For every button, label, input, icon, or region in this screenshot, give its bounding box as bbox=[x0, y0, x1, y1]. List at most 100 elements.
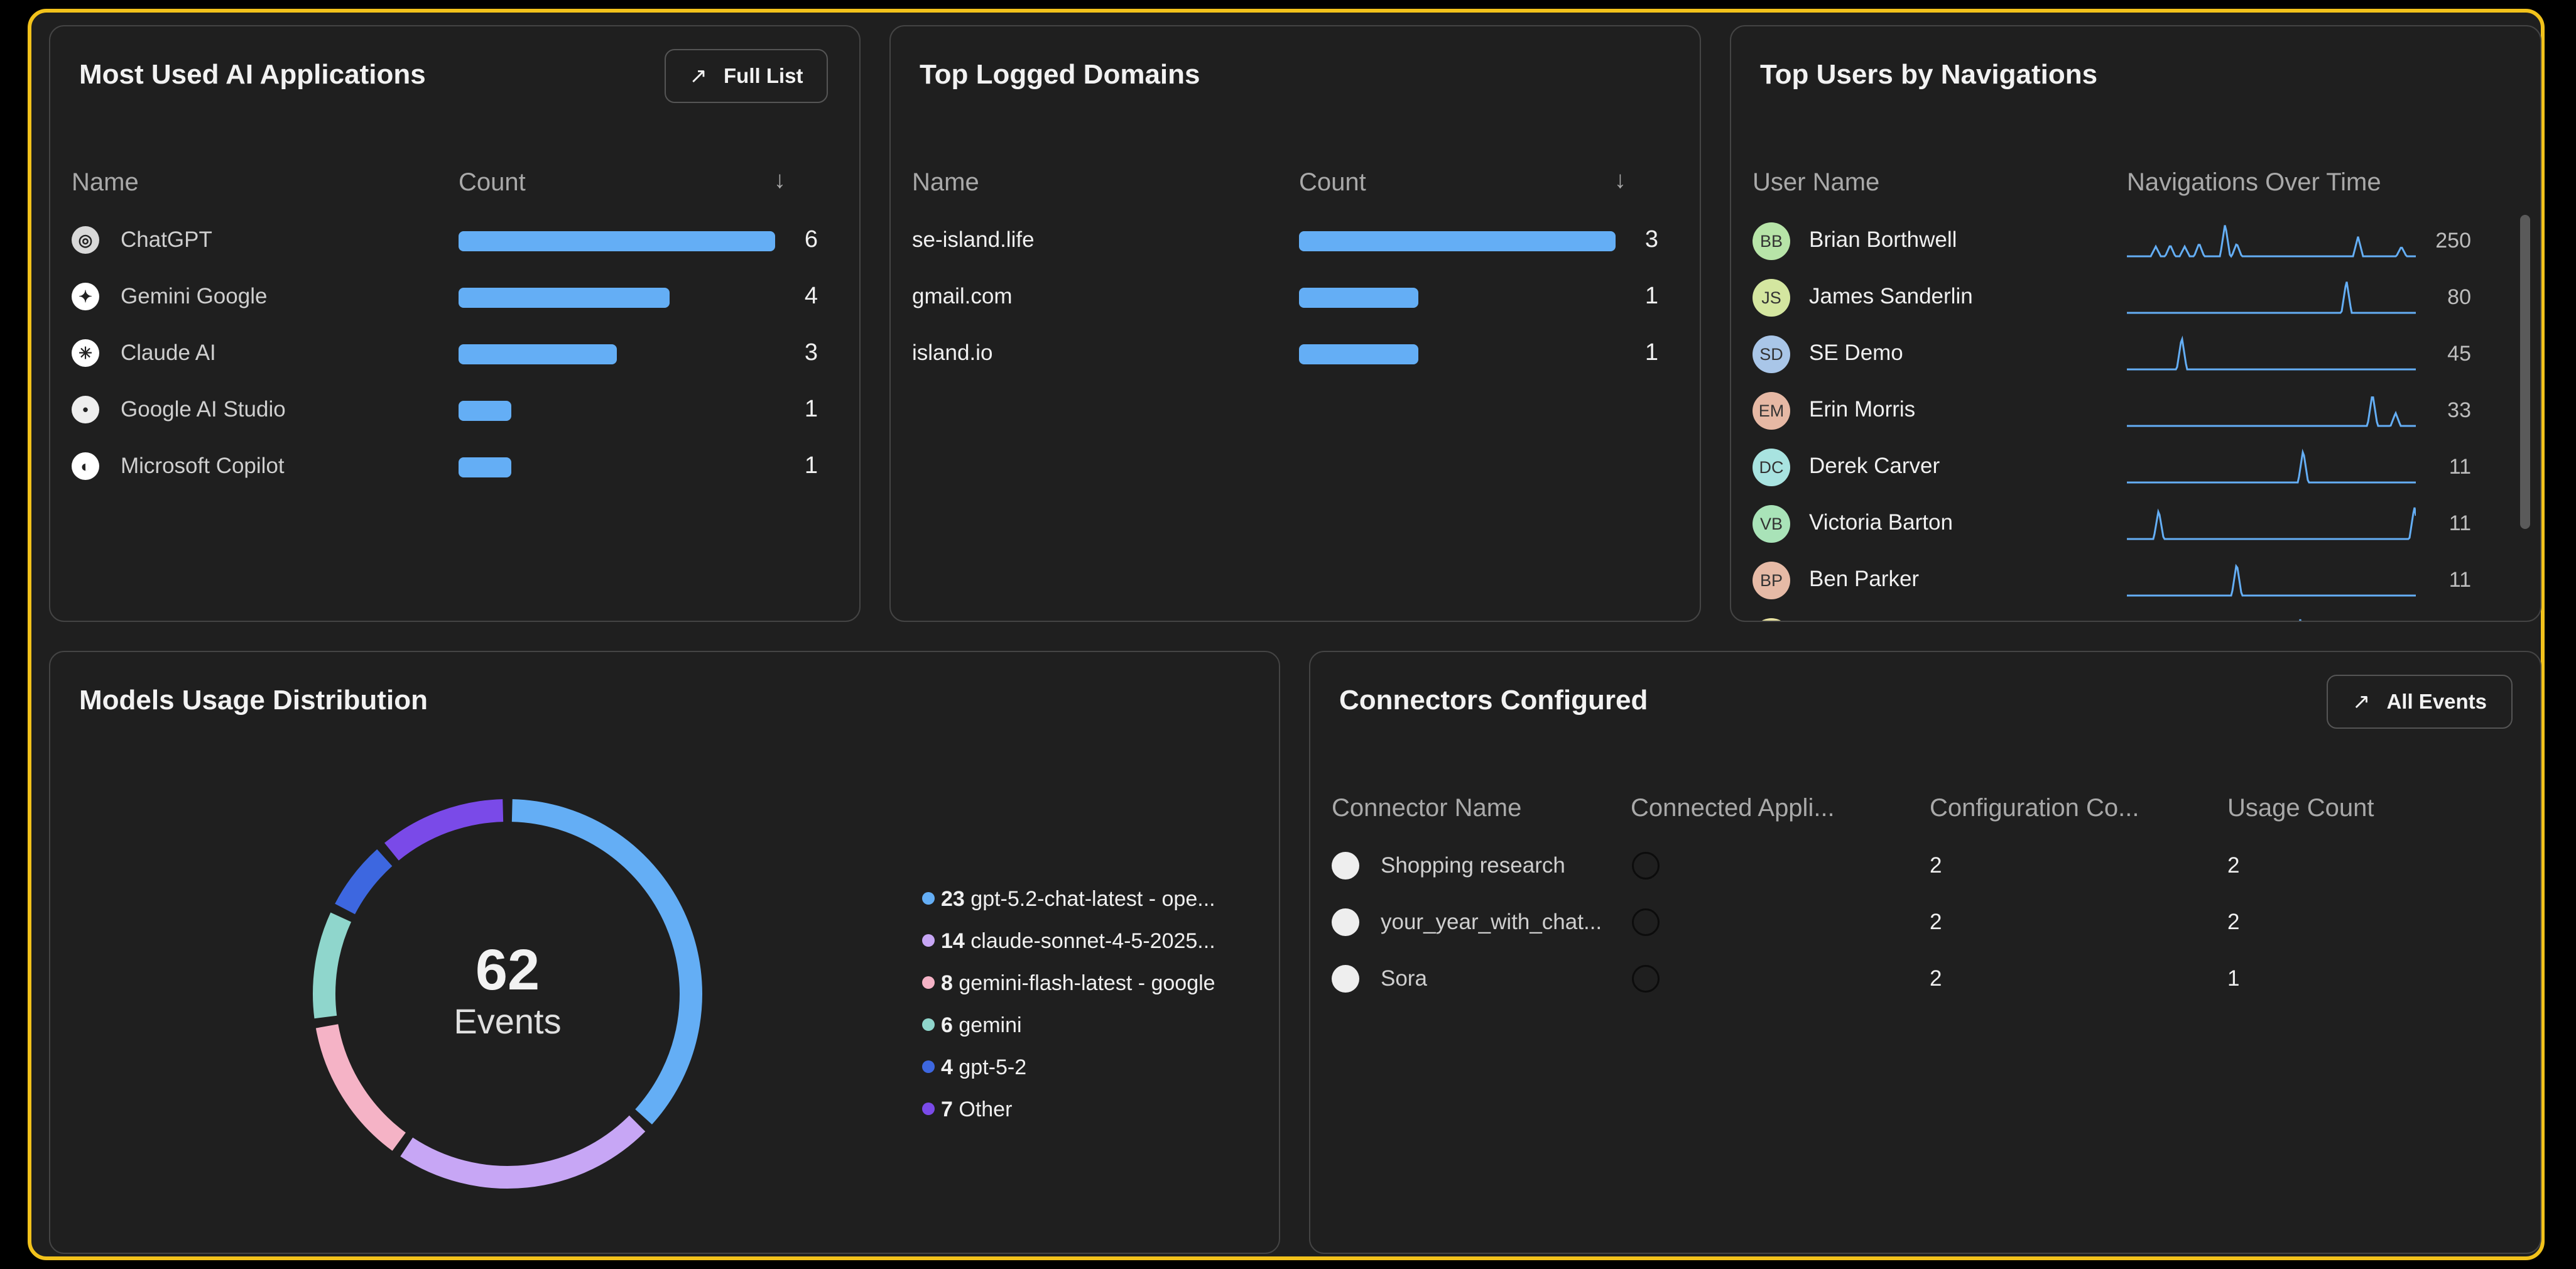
app-name: Microsoft Copilot bbox=[121, 454, 285, 478]
connector-name: Shopping research bbox=[1381, 853, 1565, 878]
app-row[interactable]: ✳ Claude AI 3 bbox=[50, 332, 859, 376]
arrow-up-right-icon: ↗ bbox=[689, 64, 708, 88]
legend-count: 7 bbox=[941, 1097, 953, 1121]
connector-row[interactable]: Sora 2 1 bbox=[1310, 957, 2540, 1001]
donut-slice-4[interactable] bbox=[335, 849, 393, 915]
legend-item[interactable]: 7 Other bbox=[922, 1097, 1012, 1122]
avatar: JN bbox=[1753, 618, 1790, 621]
navigation-sparkline bbox=[2127, 449, 2416, 484]
user-row[interactable]: JS James Sanderlin 80 bbox=[1731, 275, 2540, 319]
app-count: 6 bbox=[804, 226, 818, 253]
configuration-count: 2 bbox=[1930, 966, 1942, 991]
domain-count-bar bbox=[1299, 231, 1616, 251]
donut-slice-5[interactable] bbox=[384, 799, 504, 861]
legend-label: Other bbox=[959, 1097, 1013, 1121]
app-name: ChatGPT bbox=[121, 227, 212, 252]
dashboard-frame: Most Used AI Applications ↗ Full List Na… bbox=[28, 9, 2545, 1260]
donut-center: 62 Events bbox=[369, 941, 646, 1045]
legend-item[interactable]: 4 gpt-5-2 bbox=[922, 1055, 1026, 1080]
apps-title: Most Used AI Applications bbox=[79, 59, 426, 90]
all-events-button[interactable]: ↗ All Events bbox=[2327, 675, 2513, 729]
domain-name: gmail.com bbox=[912, 284, 1013, 308]
legend-dot bbox=[922, 1103, 935, 1116]
domain-count: 3 bbox=[1644, 226, 1658, 253]
connectors-card: Connectors Configured ↗ All Events Conne… bbox=[1309, 651, 2541, 1254]
connector-row[interactable]: Shopping research 2 2 bbox=[1310, 844, 2540, 888]
app-count: 1 bbox=[804, 396, 818, 422]
donut-slice-3[interactable] bbox=[313, 912, 352, 1019]
configuration-count: 2 bbox=[1930, 853, 1942, 878]
openai-icon bbox=[1632, 852, 1660, 880]
user-navigation-count: 45 bbox=[2447, 342, 2471, 366]
app-count-bar bbox=[459, 288, 670, 308]
user-row[interactable]: BP Ben Parker 11 bbox=[1731, 558, 2540, 602]
legend-count: 23 bbox=[941, 887, 965, 911]
openai-icon: ◎ bbox=[72, 226, 99, 254]
user-name: Victoria Barton bbox=[1809, 510, 1953, 535]
connector-row[interactable]: your_year_with_chat... 2 2 bbox=[1310, 901, 2540, 945]
total-events-value: 62 bbox=[475, 938, 540, 1002]
domain-row[interactable]: gmail.com 1 bbox=[891, 275, 1700, 319]
app-count: 3 bbox=[804, 339, 818, 366]
full-list-label: Full List bbox=[724, 64, 803, 87]
claude-icon: ✳ bbox=[72, 339, 99, 367]
usage-count: 2 bbox=[2227, 853, 2240, 878]
domains-col-name[interactable]: Name bbox=[912, 168, 979, 197]
connector-name: your_year_with_chat... bbox=[1381, 910, 1602, 934]
domain-row[interactable]: se-island.life 3 bbox=[891, 219, 1700, 263]
user-row[interactable]: JNJason Nardoni10 bbox=[1731, 614, 2540, 621]
app-row[interactable]: ✦ Gemini Google 4 bbox=[50, 275, 859, 319]
app-name: Claude AI bbox=[121, 340, 216, 365]
legend-dot bbox=[922, 1060, 935, 1074]
legend-dot bbox=[922, 934, 935, 947]
app-row[interactable]: ◐ Microsoft Copilot 1 bbox=[50, 445, 859, 489]
avatar: EM bbox=[1753, 392, 1790, 430]
user-navigation-count: 11 bbox=[2448, 511, 2471, 535]
user-name: James Sanderlin bbox=[1809, 284, 1973, 308]
user-row[interactable]: SD SE Demo 45 bbox=[1731, 332, 2540, 376]
connector-name: Sora bbox=[1381, 966, 1427, 991]
usage-count: 1 bbox=[2227, 966, 2240, 991]
avatar: BB bbox=[1753, 222, 1790, 260]
legend-item[interactable]: 6 gemini bbox=[922, 1013, 1022, 1038]
legend-label: gemini bbox=[959, 1013, 1022, 1037]
navigation-sparkline bbox=[2127, 507, 2416, 540]
legend-item[interactable]: 8 gemini-flash-latest - google bbox=[922, 971, 1215, 996]
users-col-nav[interactable]: Navigations Over Time bbox=[2127, 168, 2381, 197]
donut-slice-1[interactable] bbox=[400, 1115, 646, 1189]
total-events-label: Events bbox=[454, 1001, 562, 1041]
users-scrollbar[interactable] bbox=[2520, 215, 2530, 529]
user-navigation-count: 250 bbox=[2435, 229, 2471, 253]
connectors-col-config[interactable]: Configuration Co... bbox=[1930, 794, 2139, 822]
app-name: Google AI Studio bbox=[121, 397, 286, 422]
connectors-col-name[interactable]: Connector Name bbox=[1332, 794, 1521, 822]
domains-title: Top Logged Domains bbox=[920, 59, 1200, 90]
apps-col-count[interactable]: Count bbox=[459, 168, 526, 197]
domain-row[interactable]: island.io 1 bbox=[891, 332, 1700, 376]
sort-arrow-down-icon[interactable]: ↓ bbox=[1614, 167, 1626, 194]
user-row[interactable]: DC Derek Carver 11 bbox=[1731, 445, 2540, 489]
sort-arrow-down-icon[interactable]: ↓ bbox=[774, 167, 786, 194]
models-card: Models Usage Distribution 62 Events 23 g… bbox=[49, 651, 1280, 1254]
legend-item[interactable]: 14 claude-sonnet-4-5-2025... bbox=[922, 929, 1215, 954]
user-name: SE Demo bbox=[1809, 340, 1903, 365]
legend-item[interactable]: 23 gpt-5.2-chat-latest - ope... bbox=[922, 887, 1215, 912]
user-row[interactable]: VB Victoria Barton 11 bbox=[1731, 501, 2540, 545]
user-row[interactable]: BB Brian Borthwell 250 bbox=[1731, 219, 2540, 263]
users-title: Top Users by Navigations bbox=[1760, 59, 2098, 90]
legend-count: 8 bbox=[941, 971, 953, 995]
connectors-col-usage[interactable]: Usage Count bbox=[2227, 794, 2374, 822]
domain-name: se-island.life bbox=[912, 227, 1035, 252]
domains-col-count[interactable]: Count bbox=[1299, 168, 1366, 197]
full-list-button[interactable]: ↗ Full List bbox=[665, 49, 828, 103]
apps-col-name[interactable]: Name bbox=[72, 168, 139, 197]
user-row[interactable]: EM Erin Morris 33 bbox=[1731, 388, 2540, 432]
app-row[interactable]: • Google AI Studio 1 bbox=[50, 388, 859, 432]
configuration-count: 2 bbox=[1930, 910, 1942, 934]
connectors-col-app[interactable]: Connected Appli... bbox=[1631, 794, 1835, 822]
avatar: BP bbox=[1753, 562, 1790, 599]
app-count-bar bbox=[459, 344, 617, 364]
users-col-name[interactable]: User Name bbox=[1753, 168, 1879, 197]
app-row[interactable]: ◎ ChatGPT 6 bbox=[50, 219, 859, 263]
openai-icon bbox=[1632, 908, 1660, 936]
